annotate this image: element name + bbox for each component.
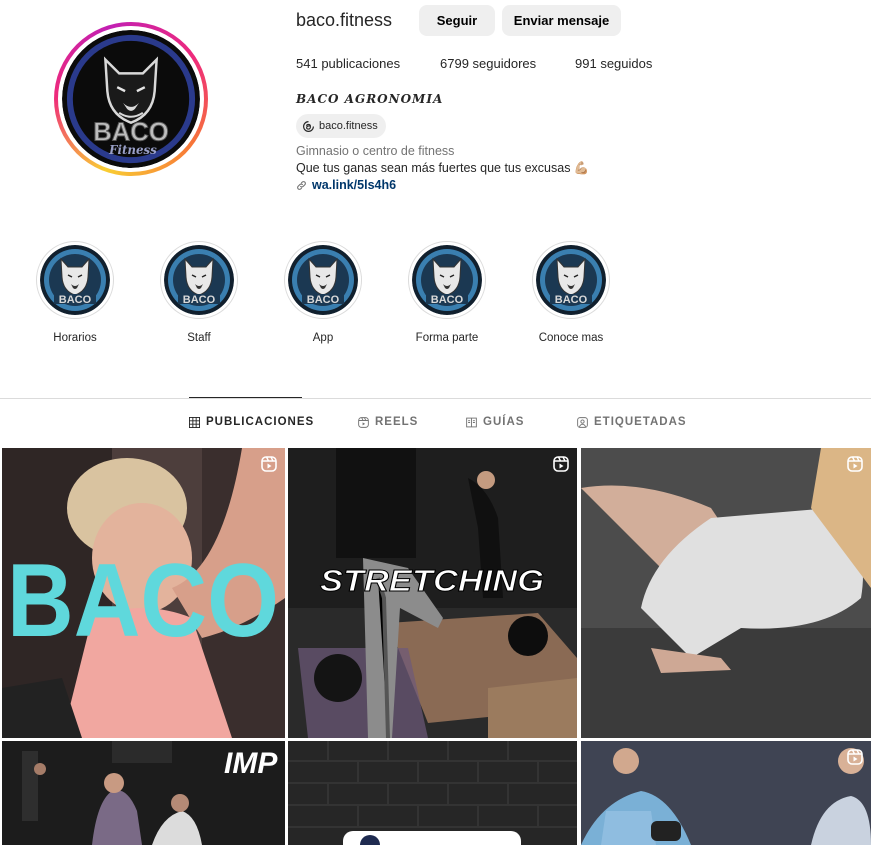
highlight-cover: BACO [288, 245, 358, 315]
highlight-cover-ring[interactable]: BACO [532, 241, 610, 319]
post-thumbnail-4: IMP [2, 741, 285, 845]
post-thumbnail-1: BACO [2, 448, 285, 738]
reels-icon [358, 416, 369, 428]
tabs-divider [0, 398, 871, 399]
tab-reels[interactable]: REELS [358, 416, 418, 428]
highlight-label: Horarios [53, 332, 97, 344]
baco-logo-icon: BACO [164, 245, 234, 315]
baco-logo-icon: BACO Fitness [62, 30, 200, 168]
logo-text: BACO [307, 294, 340, 306]
highlight-cover-ring[interactable]: BACO [408, 241, 486, 319]
reel-icon [261, 456, 277, 472]
guides-icon [466, 417, 477, 427]
profile-link-text[interactable]: wa.link/5ls4h6 [312, 178, 396, 192]
highlight-cover: BACO [164, 245, 234, 315]
post-item[interactable]: IMP [2, 741, 285, 845]
tab-guias[interactable]: GUÍAS [466, 416, 524, 428]
post-item[interactable] [288, 741, 577, 845]
highlight-label: Staff [187, 332, 211, 344]
baco-logo-icon: BACO [288, 245, 358, 315]
tagged-icon [577, 416, 588, 428]
post-item[interactable] [581, 448, 871, 738]
tab-publicaciones[interactable]: PUBLICACIONES [189, 416, 314, 428]
story-highlight[interactable]: BACO Conoce mas [531, 241, 611, 344]
post-thumbnail-6 [581, 741, 871, 845]
story-highlight[interactable]: BACO Staff [159, 241, 239, 344]
baco-logo-icon: BACO [412, 245, 482, 315]
link-icon [297, 180, 306, 190]
highlight-cover: BACO [412, 245, 482, 315]
logo-text: BACO [555, 294, 588, 306]
logo-subtext: Fitness [108, 143, 157, 157]
highlight-cover-ring[interactable]: BACO [36, 241, 114, 319]
highlight-cover-ring[interactable]: BACO [284, 241, 362, 319]
follow-button[interactable]: Seguir [419, 5, 495, 36]
logo-text: BACO [93, 118, 168, 146]
followers-count[interactable]: 6799 seguidores [440, 56, 536, 71]
logo-text: BACO [431, 294, 464, 306]
highlight-label: App [312, 332, 334, 344]
profile-link[interactable]: wa.link/5ls4h6 [296, 178, 396, 192]
reel-icon [847, 749, 863, 765]
profile-avatar: BACO Fitness [62, 30, 200, 168]
send-message-button[interactable]: Enviar mensaje [502, 5, 621, 36]
highlight-cover: BACO [536, 245, 606, 315]
baco-logo-icon: BACO [40, 245, 110, 315]
baco-logo-icon: BACO [536, 245, 606, 315]
active-tab-indicator [189, 397, 302, 398]
reel-icon [847, 456, 863, 472]
following-count[interactable]: 991 seguidos [575, 56, 652, 71]
post-thumbnail-2: STRETCHING [288, 448, 577, 738]
post-thumbnail-5 [288, 741, 577, 845]
highlight-label: Conoce mas [538, 332, 604, 344]
tab-etiquetadas[interactable]: ETIQUETADAS [577, 416, 687, 428]
grid-icon [189, 416, 200, 428]
profile-bio: Que tus ganas sean más fuertes que tus e… [296, 161, 590, 175]
post-thumbnail-3 [581, 448, 871, 738]
highlight-cover-ring[interactable]: BACO [160, 241, 238, 319]
profile-category: Gimnasio o centro de fitness [296, 144, 455, 158]
threads-badge[interactable]: baco.fitness [296, 114, 386, 138]
story-highlight[interactable]: BACO Horarios [35, 241, 115, 344]
story-highlight[interactable]: BACO Forma parte [407, 241, 487, 344]
post-overlay-text: BACO [7, 543, 279, 659]
post-item[interactable]: STRETCHING [288, 448, 577, 738]
post-item[interactable] [581, 741, 871, 845]
highlight-cover: BACO [40, 245, 110, 315]
logo-text: BACO [183, 294, 216, 306]
profile-full-name: BACO AGRONOMIA [296, 92, 444, 106]
story-highlight[interactable]: BACO App [283, 241, 363, 344]
threads-handle: baco.fitness [319, 120, 378, 132]
post-overlay-text: IMP [224, 747, 278, 780]
highlight-label: Forma parte [415, 332, 479, 344]
reel-icon [553, 456, 569, 472]
logo-text: BACO [59, 294, 92, 306]
profile-avatar-ring[interactable]: BACO Fitness [54, 22, 208, 176]
post-item[interactable]: BACO [2, 448, 285, 738]
threads-icon [303, 120, 314, 132]
profile-username: baco.fitness [296, 10, 393, 30]
post-overlay-text: STRETCHING [320, 563, 544, 598]
posts-count: 541 publicaciones [296, 56, 401, 71]
